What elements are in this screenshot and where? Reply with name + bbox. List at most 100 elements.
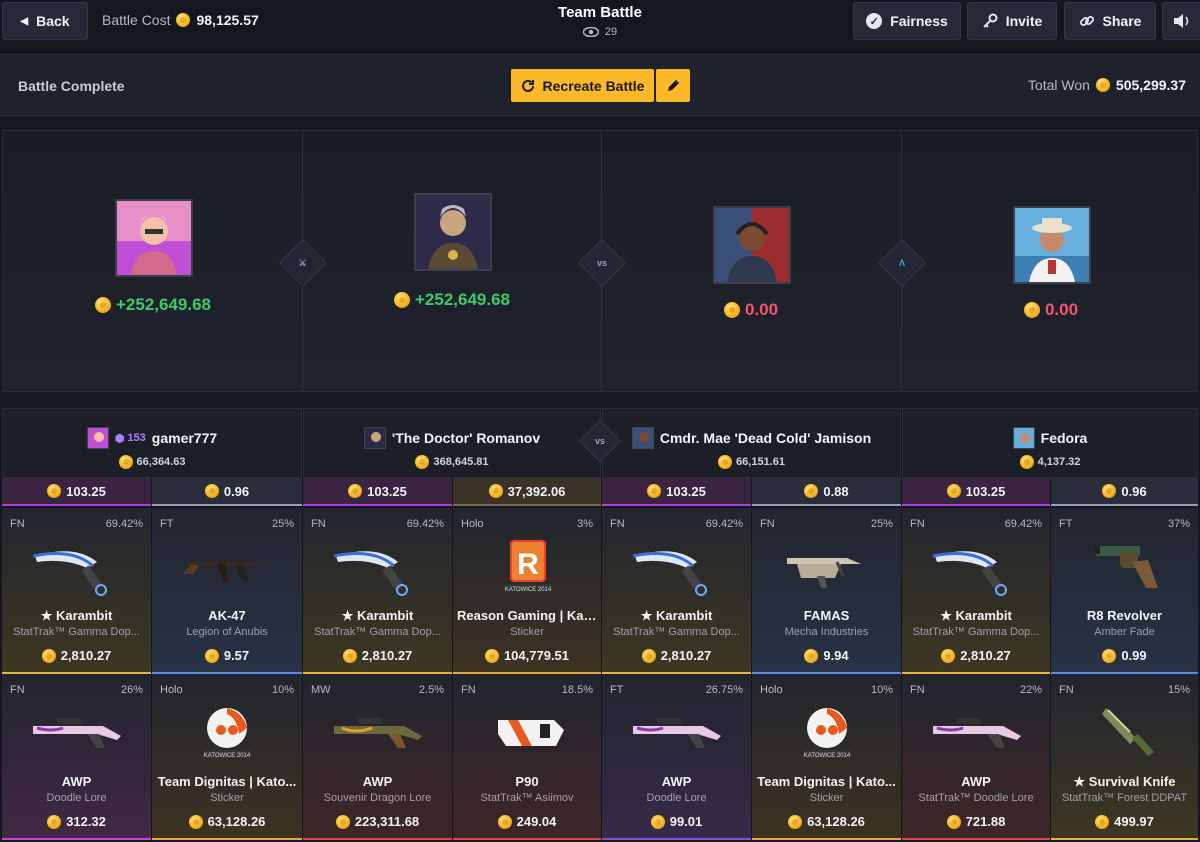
item-price: 104,779.51 xyxy=(503,648,570,663)
player-name[interactable]: gamer777 xyxy=(152,430,217,446)
case-price: 0.88 xyxy=(752,478,901,506)
item-card[interactable]: FN 69.42% ★ Karambit StatTrak™ Gamma Dop… xyxy=(902,508,1050,674)
item-card[interactable]: FN 26% AWP Doodle Lore 312.32 xyxy=(2,674,151,840)
avatar[interactable] xyxy=(1012,427,1035,449)
item-name: P90 xyxy=(515,774,539,789)
link-icon xyxy=(1079,16,1094,26)
coin-icon xyxy=(415,455,430,469)
item-wear: Holo xyxy=(760,684,783,696)
coin-icon xyxy=(47,814,62,829)
refresh-icon xyxy=(521,79,534,92)
coin-icon xyxy=(47,484,62,498)
case-price: 103.25 xyxy=(602,478,751,506)
karambit-icon xyxy=(333,551,408,596)
item-price: 99.01 xyxy=(669,814,703,829)
item-card[interactable]: Holo 10% KATOWICE 2014 Team Dignitas | K… xyxy=(752,674,901,840)
item-card[interactable]: FN 69.42% ★ Karambit StatTrak™ Gamma Dop… xyxy=(602,508,751,674)
player-value: 4,137.32 xyxy=(1037,456,1081,468)
player-value: 368,645.81 xyxy=(433,456,489,468)
item-odds: 10% xyxy=(870,684,893,696)
player-winnings: +252,649.68 xyxy=(3,295,303,315)
item-card[interactable]: FN 69.42% ★ Karambit StatTrak™ Gamma Dop… xyxy=(303,508,452,674)
vs-label: vs xyxy=(596,257,608,268)
coin-icon xyxy=(723,302,740,318)
item-odds: 26% xyxy=(120,684,143,696)
team-badge: Λ xyxy=(877,238,927,288)
avatar[interactable] xyxy=(1013,206,1091,284)
player-value: 66,151.61 xyxy=(736,456,785,468)
item-card[interactable]: FN 22% AWP StatTrak™ Doodle Lore 721.88 xyxy=(902,674,1050,840)
invite-button[interactable]: Invite xyxy=(967,2,1057,40)
level-badge: ⬢ 153 xyxy=(115,432,146,445)
avatar[interactable] xyxy=(414,193,492,271)
battle-cost-label: Battle Cost xyxy=(102,12,171,28)
top-bar: ◀ Back Battle Cost 98,125.57 Team Battle… xyxy=(0,0,1200,42)
coin-icon xyxy=(335,814,350,829)
avatar[interactable] xyxy=(631,427,654,449)
item-skin: StatTrak™ Gamma Dop... xyxy=(912,626,1040,638)
case-price: 103.25 xyxy=(2,478,151,506)
avatar[interactable] xyxy=(363,427,386,449)
case-price-value: 103.25 xyxy=(367,483,407,499)
player-header: Fedora 4,137.32 xyxy=(902,408,1198,478)
edit-battle-button[interactable] xyxy=(656,69,690,102)
item-card[interactable]: FN 18.5% P90 StatTrak™ Asiimov 249.04 xyxy=(453,674,601,840)
fairness-button[interactable]: ✓ Fairness xyxy=(853,2,961,40)
item-wear: FT xyxy=(160,518,174,530)
coin-icon xyxy=(488,484,503,498)
share-button[interactable]: Share xyxy=(1064,2,1156,40)
item-card[interactable]: FN 69.42% ★ Karambit StatTrak™ Gamma Dop… xyxy=(2,508,151,674)
winnings-value: +252,649.68 xyxy=(414,290,510,309)
item-card[interactable]: Holo 3% R KATOWICE 2014 Reason Gaming | K… xyxy=(453,508,601,674)
sound-button[interactable] xyxy=(1162,2,1200,40)
coin-icon xyxy=(348,484,363,498)
player-winnings: +252,649.68 xyxy=(302,290,602,310)
back-button[interactable]: ◀ Back xyxy=(2,2,88,40)
item-price: 312.32 xyxy=(66,814,106,829)
coin-icon xyxy=(176,13,191,27)
coin-icon xyxy=(647,484,662,498)
item-name: ★ Karambit xyxy=(40,608,113,623)
p90-icon xyxy=(498,720,564,746)
winnings-value: 0.00 xyxy=(744,300,779,319)
avatar[interactable] xyxy=(86,427,109,449)
item-price: 2,810.27 xyxy=(660,648,712,663)
sticker-dignitas-icon: KATOWICE 2014 xyxy=(203,708,251,759)
item-skin: StatTrak™ Gamma Dop... xyxy=(314,626,441,638)
coin-icon xyxy=(1102,484,1117,498)
karambit-icon xyxy=(632,551,707,596)
player-name[interactable]: 'The Doctor' Romanov xyxy=(392,430,540,446)
item-wear: FN xyxy=(910,518,925,530)
item-card[interactable]: FT 26.75% AWP Doodle Lore 99.01 xyxy=(602,674,751,840)
recreate-battle-button[interactable]: Recreate Battle xyxy=(511,69,654,102)
item-wear: Holo xyxy=(160,684,183,696)
player-name[interactable]: Fedora xyxy=(1041,430,1088,446)
coin-icon xyxy=(204,648,219,663)
case-price-value: 0.88 xyxy=(823,483,849,499)
item-card[interactable]: FT 25% AK-47 Legion of Anubis 9.57 xyxy=(152,508,302,674)
item-card[interactable]: Holo 10% KATOWICE 2014 Team Dignitas | K… xyxy=(152,674,302,840)
check-circle-icon: ✓ xyxy=(866,13,883,29)
coin-icon xyxy=(94,297,111,313)
player-name[interactable]: Cmdr. Mae 'Dead Cold' Jamison xyxy=(660,430,871,446)
item-card[interactable]: FN 15% ★ Survival Knife StatTrak™ Forest… xyxy=(1051,674,1198,840)
item-price: 0.99 xyxy=(1121,648,1147,663)
item-card[interactable]: FT 37% R8 Revolver Amber Fade 0.99 xyxy=(1051,508,1198,674)
item-odds: 10% xyxy=(271,684,294,696)
pencil-icon xyxy=(668,79,679,91)
case-price: 103.25 xyxy=(902,478,1050,506)
coin-icon xyxy=(497,814,512,829)
item-odds: 69.42% xyxy=(406,518,444,530)
item-name: FAMAS xyxy=(803,608,850,623)
item-card[interactable]: FN 25% FAMAS Mecha Industries 9.94 xyxy=(752,508,901,674)
case-price-value: 103.25 xyxy=(66,483,106,499)
item-skin: StatTrak™ Gamma Dop... xyxy=(13,626,140,638)
avatar[interactable] xyxy=(713,206,791,284)
coin-icon xyxy=(650,814,665,829)
winnings-value: 0.00 xyxy=(1044,300,1079,319)
case-price-value: 103.25 xyxy=(666,483,706,499)
item-card[interactable]: MW 2.5% AWP Souvenir Dragon Lore 223,311… xyxy=(303,674,452,840)
coin-icon xyxy=(718,455,733,469)
battle-cost-value: 98,125.57 xyxy=(196,12,259,28)
avatar[interactable] xyxy=(115,199,193,277)
